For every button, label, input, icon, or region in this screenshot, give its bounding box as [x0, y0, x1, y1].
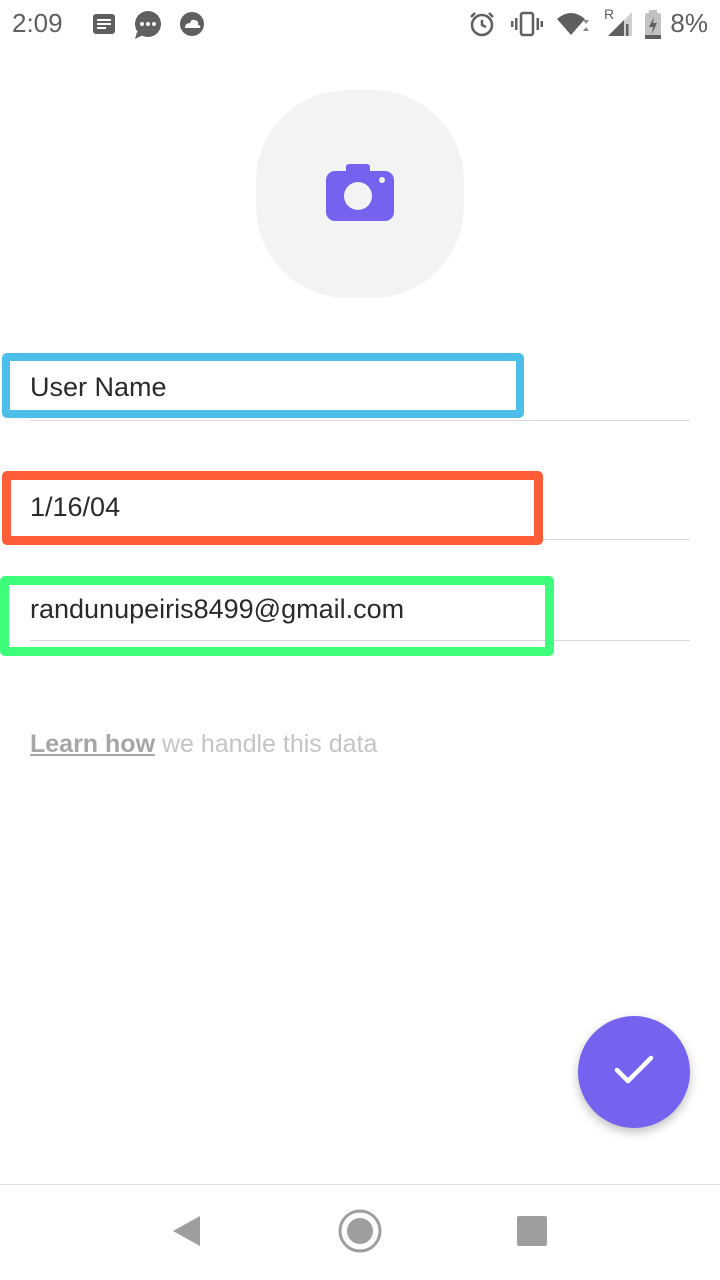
back-icon [170, 1214, 202, 1253]
email-field-highlight [0, 576, 554, 656]
home-icon [337, 1208, 383, 1259]
chat-bubble-icon [132, 10, 164, 39]
name-field-highlight [2, 353, 524, 418]
status-bar: 2:09 R 8% [0, 0, 720, 50]
name-underline [30, 420, 690, 421]
navigation-bar [0, 1184, 720, 1280]
status-time: 2:09 [12, 8, 63, 38]
wifi-icon [556, 10, 590, 38]
vibrate-icon [510, 10, 544, 38]
battery-icon [644, 10, 662, 39]
cloud-icon [178, 10, 206, 38]
camera-icon [326, 162, 394, 227]
back-button[interactable] [162, 1209, 210, 1257]
learn-how-link[interactable]: Learn how [30, 730, 155, 758]
privacy-note-text: we handle this data [155, 730, 378, 758]
alarm-icon [468, 10, 496, 38]
battery-percent: 8% [670, 8, 708, 38]
profile-photo-picker[interactable] [256, 90, 464, 298]
recents-icon [516, 1215, 548, 1252]
check-icon [614, 1055, 654, 1090]
recents-button[interactable] [508, 1209, 556, 1257]
privacy-note: Learn how we handle this data [30, 730, 377, 759]
edit-profile-screen: 2:09 R 8% User Name 1/16/04 randunupeiri… [0, 0, 720, 1280]
signal-icon [606, 10, 634, 38]
confirm-fab-button[interactable] [578, 1016, 690, 1128]
home-button[interactable] [336, 1209, 384, 1257]
birthdate-field-highlight [2, 471, 543, 545]
notes-icon [90, 10, 118, 38]
